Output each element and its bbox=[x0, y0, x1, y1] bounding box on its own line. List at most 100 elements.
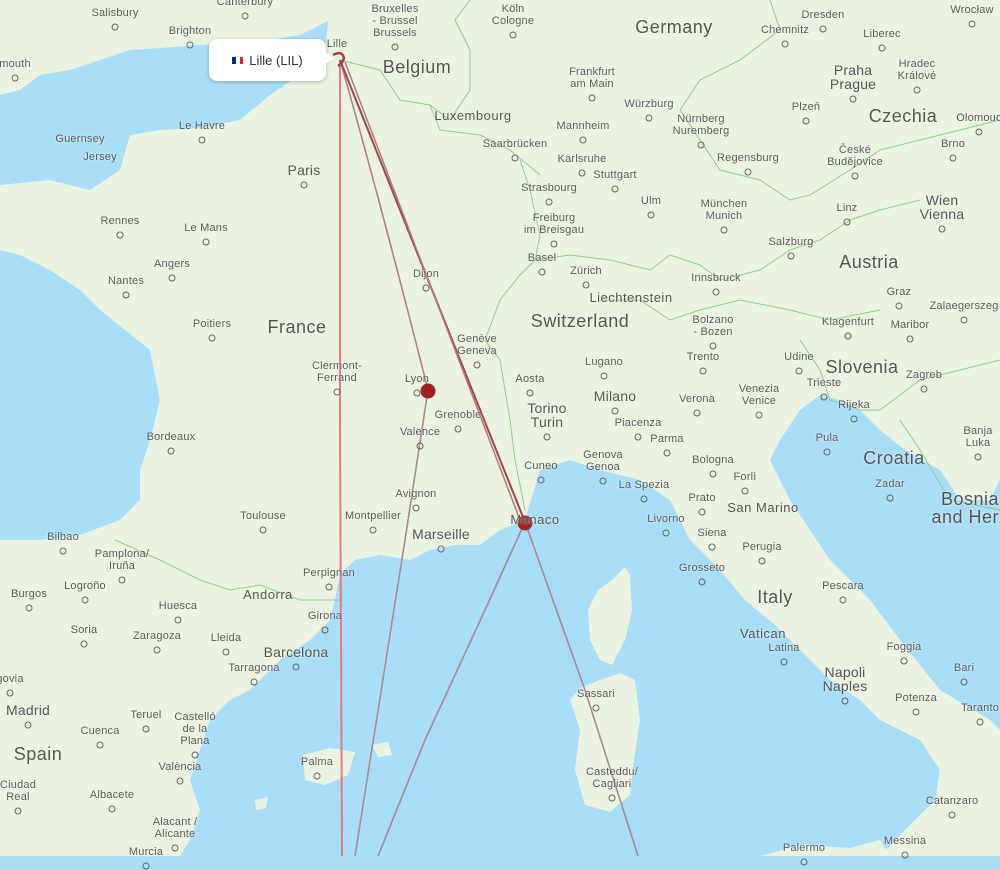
city-label: Liberec bbox=[863, 28, 901, 40]
city-label: Valence bbox=[399, 426, 441, 438]
city-dot-icon bbox=[14, 807, 22, 815]
city-dot-icon bbox=[878, 44, 886, 52]
map-canvas[interactable] bbox=[0, 0, 1000, 856]
city-dot-icon bbox=[698, 508, 706, 516]
city-dot-icon bbox=[391, 43, 399, 51]
city-dot-icon bbox=[795, 367, 803, 375]
city-label: Ulm bbox=[640, 195, 662, 207]
city-label: Teruel bbox=[130, 709, 162, 721]
france-flag-icon bbox=[232, 56, 244, 64]
city-dot-icon bbox=[25, 604, 33, 612]
city-dot-icon bbox=[80, 640, 88, 648]
city-dot-icon bbox=[843, 218, 851, 226]
city-label: Soria bbox=[70, 624, 98, 636]
city-dot-icon bbox=[781, 40, 789, 48]
country-label: France bbox=[267, 317, 327, 337]
city-dot-icon bbox=[142, 862, 150, 870]
city-dot-icon bbox=[647, 211, 655, 219]
city-label: Napoli Naples bbox=[822, 664, 868, 694]
origin-airport-popup[interactable]: Lille (LIL) bbox=[209, 39, 334, 81]
city-dot-icon bbox=[849, 95, 857, 103]
city-dot-icon bbox=[176, 777, 184, 785]
city-dot-icon bbox=[611, 407, 619, 415]
city-dot-icon bbox=[974, 453, 982, 461]
city-dot-icon bbox=[634, 433, 642, 441]
city-dot-icon bbox=[6, 689, 14, 697]
city-label: Graz bbox=[886, 286, 912, 298]
city-dot-icon bbox=[611, 185, 619, 193]
city-dot-icon bbox=[416, 442, 424, 450]
city-dot-icon bbox=[369, 526, 377, 534]
city-label: Palma bbox=[300, 756, 334, 768]
city-label: München Munich bbox=[700, 198, 748, 222]
city-label: Zalaegerszeg bbox=[929, 300, 999, 312]
city-label: Hradec Králové bbox=[897, 58, 937, 82]
city-dot-icon bbox=[111, 23, 119, 31]
city-dot-icon bbox=[198, 136, 206, 144]
city-label: Lugano bbox=[585, 356, 623, 368]
city-label: Pamplona/ Iruña bbox=[94, 548, 150, 572]
city-dot-icon bbox=[579, 136, 587, 144]
city-dot-icon bbox=[975, 128, 983, 136]
city-label: Klagenfurt bbox=[821, 316, 875, 328]
city-dot-icon bbox=[841, 697, 849, 705]
city-dot-icon bbox=[976, 718, 984, 726]
city-label: Lleida bbox=[210, 632, 242, 644]
city-label: Olomouc bbox=[956, 112, 1000, 124]
city-dot-icon bbox=[412, 504, 420, 512]
city-label: Dijon bbox=[412, 268, 440, 280]
city-dot-icon bbox=[787, 252, 795, 260]
city-dot-icon bbox=[545, 198, 553, 206]
city-label: Zadar bbox=[875, 478, 905, 490]
city-dot-icon bbox=[912, 708, 920, 716]
city-dot-icon bbox=[171, 844, 179, 852]
city-label: Torino Turin bbox=[527, 400, 567, 430]
city-dot-icon bbox=[437, 545, 445, 553]
city-label: Wien Vienna bbox=[919, 192, 965, 222]
city-label: Siena bbox=[697, 527, 727, 539]
city-dot-icon bbox=[839, 596, 847, 604]
city-label: govia bbox=[0, 673, 24, 685]
city-dot-icon bbox=[191, 751, 199, 759]
country-label: Austria bbox=[839, 252, 899, 272]
city-dot-icon bbox=[968, 20, 976, 28]
city-label: Freiburg im Breisgau bbox=[523, 212, 585, 236]
city-label: Toulouse bbox=[240, 510, 286, 522]
city-dot-icon bbox=[174, 616, 182, 624]
city-dot-icon bbox=[59, 547, 67, 555]
city-dot-icon bbox=[699, 367, 707, 375]
city-dot-icon bbox=[712, 288, 720, 296]
city-dot-icon bbox=[81, 596, 89, 604]
city-label: Perpignan bbox=[303, 567, 355, 579]
city-label: Pula bbox=[815, 432, 839, 444]
city-label: Grenoble bbox=[434, 409, 482, 421]
city-dot-icon bbox=[422, 284, 430, 292]
airport-marker-lyon[interactable] bbox=[420, 383, 436, 399]
city-dot-icon bbox=[900, 657, 908, 665]
city-label: Rijeka bbox=[838, 399, 870, 411]
city-dot-icon bbox=[250, 678, 258, 686]
city-label: Logroño bbox=[64, 580, 106, 592]
city-label: Brno bbox=[940, 138, 966, 150]
city-label: Messina bbox=[883, 835, 927, 847]
city-label: Köln Cologne bbox=[491, 3, 535, 27]
city-label: Nantes bbox=[107, 275, 145, 287]
city-dot-icon bbox=[663, 449, 671, 457]
city-label: Trieste bbox=[806, 377, 842, 389]
city-label: Parma bbox=[650, 433, 684, 445]
origin-airport-label: Lille (LIL) bbox=[249, 52, 303, 68]
country-label: Italy bbox=[757, 587, 793, 607]
city-label: Zaragoza bbox=[132, 630, 182, 642]
city-label: La Spezia bbox=[618, 479, 670, 491]
city-label: Barcelona bbox=[263, 644, 329, 660]
city-label: Praha Prague bbox=[829, 62, 877, 92]
city-label: Salisbury bbox=[91, 7, 139, 19]
city-label: Zagreb bbox=[905, 369, 943, 381]
city-dot-icon bbox=[949, 154, 957, 162]
city-label: Bordeaux bbox=[146, 431, 196, 443]
city-dot-icon bbox=[592, 704, 600, 712]
city-dot-icon bbox=[850, 415, 858, 423]
city-dot-icon bbox=[802, 117, 810, 125]
city-label: Innsbruck bbox=[691, 272, 741, 284]
city-dot-icon bbox=[819, 25, 827, 33]
